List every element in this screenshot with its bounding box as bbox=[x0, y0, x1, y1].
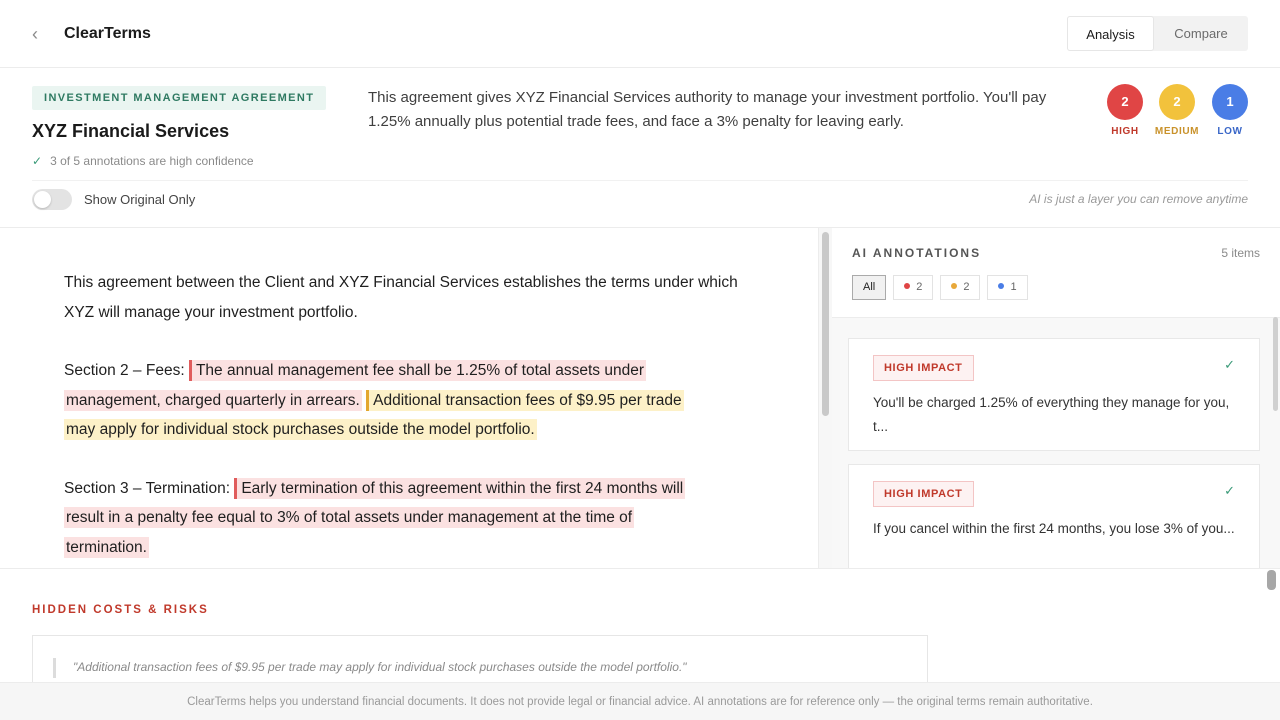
tab-analysis[interactable]: Analysis bbox=[1067, 16, 1154, 51]
highlight-medium-transaction-cont[interactable]: may apply for individual stock purchases… bbox=[64, 419, 537, 440]
view-switcher: Analysis Compare bbox=[1067, 16, 1248, 51]
page-scrollbar[interactable] bbox=[1267, 570, 1276, 590]
annotation-card[interactable]: HIGH IMPACT ✓ You'll be charged 1.25% of… bbox=[848, 338, 1260, 451]
hidden-cost-quote: "Additional transaction fees of $9.95 pe… bbox=[73, 660, 687, 674]
annotation-text: If you cancel within the first 24 months… bbox=[873, 521, 1235, 536]
annotation-card[interactable]: HIGH IMPACT ✓ If you cancel within the f… bbox=[848, 464, 1260, 568]
check-icon: ✓ bbox=[1224, 357, 1235, 372]
disclaimer-footer: ClearTerms helps you understand financia… bbox=[0, 682, 1280, 720]
severity-high-count: 2 bbox=[1107, 84, 1143, 120]
severity-medium-label: MEDIUM bbox=[1154, 126, 1200, 137]
show-original-toggle[interactable] bbox=[32, 189, 72, 210]
section-2-paragraph: Section 2 – Fees: The annual management … bbox=[64, 356, 754, 445]
filter-low-count: 1 bbox=[1010, 281, 1017, 293]
hidden-cost-quote-card: "Additional transaction fees of $9.95 pe… bbox=[32, 635, 928, 685]
filter-high-count: 2 bbox=[916, 281, 923, 293]
annotations-count: 5 items bbox=[1221, 246, 1260, 260]
plain-summary: This agreement gives XYZ Financial Servi… bbox=[368, 89, 1047, 130]
toggle-label: Show Original Only bbox=[84, 192, 196, 207]
divider bbox=[32, 180, 1248, 181]
document-text: This agreement between the Client and XY… bbox=[64, 268, 754, 568]
severity-low[interactable]: 1 LOW bbox=[1200, 84, 1260, 137]
annotation-text: You'll be charged 1.25% of everything th… bbox=[873, 395, 1230, 434]
highlight-high-termination-end[interactable]: termination. bbox=[64, 536, 149, 558]
filter-high[interactable]: 2 bbox=[893, 275, 934, 300]
document-type-tag: INVESTMENT MANAGEMENT AGREEMENT bbox=[32, 86, 327, 110]
top-bar: ‹ ClearTerms Analysis Compare bbox=[0, 0, 1280, 68]
confidence-note: ✓ 3 of 5 annotations are high confidence bbox=[32, 154, 254, 168]
document-view: This agreement between the Client and XY… bbox=[0, 227, 818, 568]
app-title: ClearTerms bbox=[64, 25, 151, 42]
severity-high[interactable]: 2 HIGH bbox=[1095, 84, 1155, 137]
red-dot-icon bbox=[904, 283, 911, 290]
back-chevron-icon[interactable]: ‹ bbox=[32, 24, 52, 44]
document-scrollbar[interactable] bbox=[818, 227, 832, 568]
hidden-costs-title: HIDDEN COSTS & RISKS bbox=[32, 604, 209, 616]
company-name: XYZ Financial Services bbox=[32, 121, 230, 141]
hidden-costs-section: HIDDEN COSTS & RISKS "Additional transac… bbox=[0, 568, 1280, 685]
annotations-header: AI ANNOTATIONS 5 items All 2 2 1 bbox=[832, 228, 1280, 318]
highlight-high-termination-cont[interactable]: result in a penalty fee equal to 3% of t… bbox=[64, 507, 635, 528]
filter-all[interactable]: All bbox=[852, 275, 887, 300]
annotation-filters: All 2 2 1 bbox=[852, 275, 1028, 300]
panel-scrollbar[interactable] bbox=[1273, 317, 1278, 411]
section-3-label: Section 3 – Termination: bbox=[64, 479, 235, 497]
toggle-knob bbox=[34, 191, 51, 208]
section-2-label: Section 2 – Fees: bbox=[64, 362, 189, 379]
filter-low[interactable]: 1 bbox=[987, 275, 1028, 300]
severity-low-label: LOW bbox=[1217, 126, 1243, 137]
annotations-title: AI ANNOTATIONS bbox=[852, 246, 982, 260]
highlight-high-fee[interactable]: The annual management fee shall be 1.25%… bbox=[188, 360, 647, 381]
tab-compare[interactable]: Compare bbox=[1154, 16, 1248, 51]
severity-medium-count: 2 bbox=[1159, 84, 1195, 120]
blue-dot-icon bbox=[998, 283, 1005, 290]
highlight-high-fee-cont[interactable]: management, charged quarterly in arrears… bbox=[64, 389, 362, 411]
check-icon: ✓ bbox=[1224, 483, 1235, 498]
severity-high-label: HIGH bbox=[1111, 126, 1139, 137]
scrollbar-thumb[interactable] bbox=[822, 232, 829, 416]
severity-low-count: 1 bbox=[1212, 84, 1248, 120]
impact-badge: HIGH IMPACT bbox=[873, 355, 974, 381]
amber-dot-icon bbox=[951, 283, 958, 290]
section-3-paragraph: Section 3 – Termination: Early terminati… bbox=[64, 474, 754, 563]
filter-medium[interactable]: 2 bbox=[940, 275, 981, 300]
check-icon: ✓ bbox=[32, 154, 43, 168]
impact-badge: HIGH IMPACT bbox=[873, 481, 974, 507]
annotations-panel: AI ANNOTATIONS 5 items All 2 2 1 HIGH IM… bbox=[832, 227, 1280, 568]
quote-bar bbox=[53, 658, 56, 678]
confidence-text: 3 of 5 annotations are high confidence bbox=[50, 154, 254, 168]
filter-medium-count: 2 bbox=[963, 281, 970, 293]
intro-paragraph: This agreement between the Client and XY… bbox=[64, 274, 738, 321]
highlight-medium-transaction[interactable]: Additional transaction fees of $9.95 per… bbox=[366, 389, 684, 411]
ai-layer-note: AI is just a layer you can remove anytim… bbox=[1029, 192, 1248, 206]
highlight-high-termination[interactable]: Early termination of this agreement with… bbox=[234, 477, 686, 499]
severity-medium[interactable]: 2 MEDIUM bbox=[1147, 84, 1207, 137]
